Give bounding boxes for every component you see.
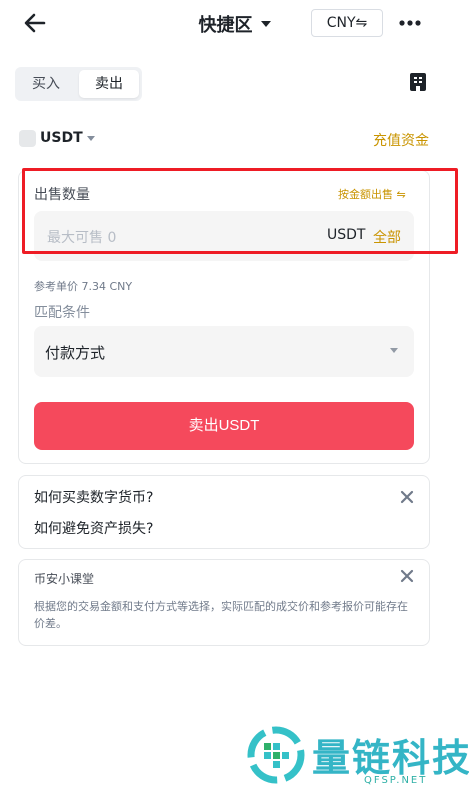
title-dropdown-icon — [260, 21, 271, 27]
tip-title: 币安小课堂 — [34, 572, 95, 586]
tab-sell[interactable]: 卖出 — [79, 70, 139, 98]
watermark-logo-icon — [247, 726, 305, 784]
currency-selector-button[interactable]: CNY⇋ — [311, 9, 383, 37]
watermark-text: 量链科技 — [312, 736, 469, 780]
close-icon[interactable] — [400, 569, 414, 583]
tab-buy[interactable]: 买入 — [15, 67, 77, 101]
match-conditions-label: 匹配条件 — [34, 305, 90, 321]
coin-name: USDT — [40, 130, 83, 146]
trade-side-toggle: 买入 卖出 — [15, 67, 142, 101]
coin-icon — [19, 130, 36, 147]
top-bar: 快捷区 CNY⇋ — [0, 0, 469, 48]
page-title-text: 快捷区 — [198, 15, 253, 36]
coin-dropdown-icon — [87, 136, 95, 141]
sell-usdt-button[interactable]: 卖出USDT — [34, 402, 414, 450]
more-options-icon[interactable] — [398, 15, 422, 31]
close-icon[interactable] — [400, 490, 414, 504]
faq-item-buy-sell[interactable]: 如何买卖数字货币? — [34, 487, 153, 507]
chevron-down-icon — [390, 348, 398, 353]
payment-method-text: 付款方式 — [45, 344, 106, 362]
reference-price: 参考单价 7.34 CNY — [34, 280, 133, 293]
highlight-annotation-box — [22, 168, 458, 254]
payment-method-select[interactable]: 付款方式 — [34, 326, 414, 377]
faq-item-avoid-loss[interactable]: 如何避免资产损失? — [34, 518, 153, 538]
deposit-link[interactable]: 充值资金 — [373, 130, 429, 150]
orders-icon[interactable] — [409, 72, 427, 92]
tip-body: 根据您的交易金额和支付方式等选择，实际匹配的成交价和参考报价可能存在价差。 — [34, 600, 408, 630]
watermark-domain: QFSP.NET — [364, 775, 428, 786]
